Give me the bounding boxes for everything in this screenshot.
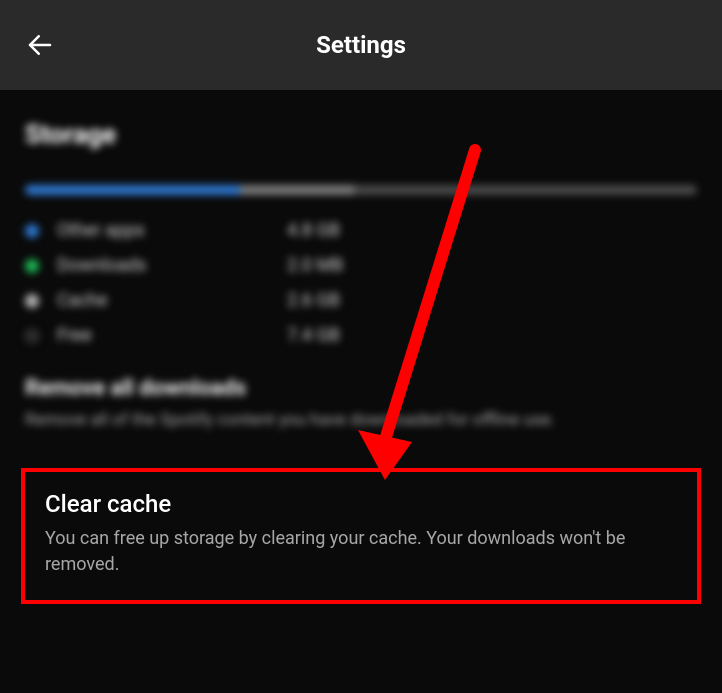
clear-cache-option[interactable]: Clear cache You can free up storage by c… — [21, 468, 701, 604]
legend-value: 2.6 GB — [287, 290, 340, 311]
dot-icon — [25, 224, 39, 238]
app-header: Settings — [0, 0, 722, 90]
storage-bar-free — [354, 185, 697, 195]
legend-label: Cache — [57, 290, 287, 311]
blurred-region: Storage Other apps 4.8 GB Downloads 2.0 … — [25, 120, 697, 433]
legend-value: 2.0 MB — [287, 255, 343, 276]
legend-value: 7.4 GB — [287, 325, 340, 346]
page-title: Settings — [316, 31, 406, 59]
back-icon[interactable] — [25, 30, 55, 60]
legend-row-free: Free 7.4 GB — [25, 325, 697, 346]
remove-downloads-title: Remove all downloads — [25, 376, 697, 401]
clear-cache-title: Clear cache — [45, 490, 677, 518]
storage-bar-other — [25, 185, 240, 195]
legend-label: Free — [57, 325, 287, 346]
legend-row-other-apps: Other apps 4.8 GB — [25, 220, 697, 241]
dot-icon — [25, 294, 39, 308]
dot-icon — [25, 329, 39, 343]
storage-bar — [25, 185, 697, 195]
clear-cache-desc: You can free up storage by clearing your… — [45, 526, 677, 578]
legend-label: Other apps — [57, 220, 287, 241]
legend-row-cache: Cache 2.6 GB — [25, 290, 697, 311]
legend-label: Downloads — [57, 255, 287, 276]
storage-heading: Storage — [25, 120, 697, 150]
remove-downloads-desc: Remove all of the Spotify content you ha… — [25, 409, 697, 433]
storage-bar-used — [240, 185, 354, 195]
storage-legend: Other apps 4.8 GB Downloads 2.0 MB Cache… — [25, 220, 697, 346]
legend-row-downloads: Downloads 2.0 MB — [25, 255, 697, 276]
dot-icon — [25, 259, 39, 273]
remove-downloads-option[interactable]: Remove all downloads Remove all of the S… — [25, 376, 697, 433]
legend-value: 4.8 GB — [287, 220, 340, 241]
